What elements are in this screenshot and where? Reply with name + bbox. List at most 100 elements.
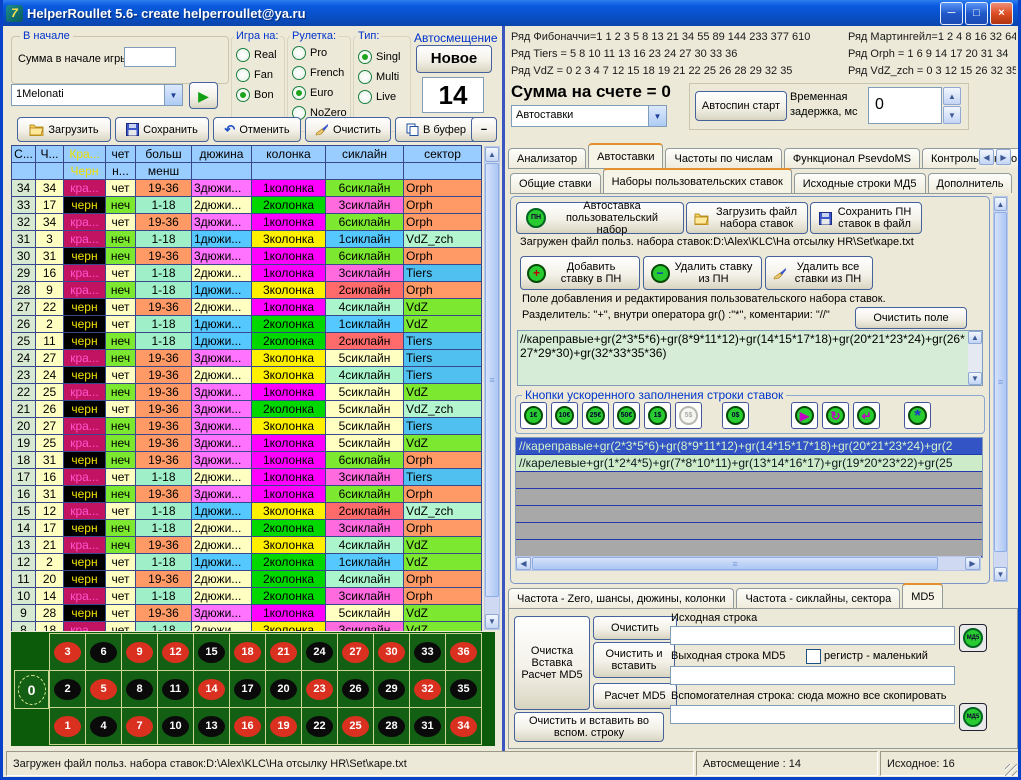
cell-sector[interactable]: Orph xyxy=(404,588,482,605)
cell-sector[interactable]: Tiers xyxy=(404,418,482,435)
cell-range[interactable]: 19-36 xyxy=(136,299,192,316)
md5-clear-button[interactable]: Очистить xyxy=(593,616,677,640)
board-number-8[interactable]: 8 xyxy=(122,671,157,707)
board-number-25[interactable]: 25 xyxy=(338,708,373,744)
radio-multi[interactable]: Multi xyxy=(358,67,400,87)
board-number-5[interactable]: 5 xyxy=(86,671,121,707)
board-number-28[interactable]: 28 xyxy=(374,708,409,744)
cell-sixline[interactable]: 4сиклайн xyxy=(326,571,404,588)
table-scroll-thumb[interactable]: ≡ xyxy=(485,163,499,597)
cell-parity[interactable]: неч xyxy=(106,197,136,214)
board-number-6[interactable]: 6 xyxy=(86,634,121,670)
cell-dozen[interactable]: 1дюжи... xyxy=(192,316,252,333)
tab-main-3[interactable]: Функционал PsevdoMS xyxy=(784,148,920,168)
board-number-12[interactable]: 12 xyxy=(158,634,193,670)
cell-number[interactable]: 34 xyxy=(36,180,64,197)
cell-range[interactable]: 1-18 xyxy=(136,333,192,350)
cell-column[interactable]: 1колонка xyxy=(252,486,326,503)
cell-sector[interactable]: Tiers xyxy=(404,333,482,350)
cell-dozen[interactable]: 2дюжи... xyxy=(192,265,252,282)
cell-sector[interactable]: Orph xyxy=(404,214,482,231)
cell-parity[interactable]: неч xyxy=(106,537,136,554)
cell-column[interactable]: 2колонка xyxy=(252,316,326,333)
cell-parity[interactable]: неч xyxy=(106,520,136,537)
cell-range[interactable]: 1-18 xyxy=(136,265,192,282)
cell-column[interactable]: 3колонка xyxy=(252,537,326,554)
delete-all-stakes-button[interactable]: Удалить все ставки из ПН xyxy=(765,256,873,290)
list-hscrollbar[interactable]: ◀ ≡ ▶ xyxy=(515,556,981,571)
cell-number[interactable]: 3 xyxy=(36,231,64,248)
cell-range[interactable]: 19-36 xyxy=(136,418,192,435)
cell-range[interactable]: 1-18 xyxy=(136,197,192,214)
tab-sets-1[interactable]: Наборы пользовательских ставок xyxy=(603,168,792,193)
cell-sector[interactable]: VdZ_zch xyxy=(404,503,482,520)
cell-sector[interactable]: Orph xyxy=(404,452,482,469)
cell-sixline[interactable]: 3сиклайн xyxy=(326,520,404,537)
board-number-21[interactable]: 21 xyxy=(266,634,301,670)
bet-50eur-button[interactable]: 50€ xyxy=(613,402,640,429)
cell-sector[interactable]: VdZ_zch xyxy=(404,231,482,248)
board-number-13[interactable]: 13 xyxy=(194,708,229,744)
cell-color[interactable]: кра... xyxy=(64,265,106,282)
cell-sector[interactable]: Orph xyxy=(404,180,482,197)
cell-dozen[interactable]: 2дюжи... xyxy=(192,537,252,554)
cell-sixline[interactable]: 1сиклайн xyxy=(326,231,404,248)
cell-sixline[interactable]: 4сиклайн xyxy=(326,537,404,554)
cell-column[interactable]: 2колонка xyxy=(252,401,326,418)
cell-parity[interactable]: чет xyxy=(106,367,136,384)
scroll-up-icon[interactable]: ▲ xyxy=(485,147,499,162)
cell-sixline[interactable]: 2сиклайн xyxy=(326,503,404,520)
load-set-file-button[interactable]: Загрузить файл набора ставок xyxy=(686,202,808,234)
bet-set-row[interactable]: //кареправые+gr(2*3*5*6)+gr(8*9*11*12)+g… xyxy=(516,438,982,455)
cell-sector[interactable]: Orph xyxy=(404,248,482,265)
cell-range[interactable]: 19-36 xyxy=(136,486,192,503)
table-scrollbar[interactable]: ▲ ≡ ▼ xyxy=(484,146,500,630)
md5-output-input[interactable] xyxy=(670,666,955,685)
cell-number[interactable]: 21 xyxy=(36,537,64,554)
cell-spin[interactable]: 29 xyxy=(12,265,36,282)
board-number-36[interactable]: 36 xyxy=(446,634,481,670)
start-sum-input[interactable] xyxy=(124,47,176,67)
cell-number[interactable]: 22 xyxy=(36,299,64,316)
cell-color[interactable]: черн xyxy=(64,401,106,418)
scroll-down-icon[interactable]: ▼ xyxy=(485,614,499,629)
md5-clear-paste-aux-button[interactable]: Очистить и вставить во вспом. строку xyxy=(514,712,664,742)
cell-number[interactable]: 28 xyxy=(36,605,64,622)
cell-column[interactable]: 1колонка xyxy=(252,384,326,401)
cell-number[interactable]: 31 xyxy=(36,486,64,503)
radio-pro[interactable]: Pro xyxy=(292,43,347,63)
stake-edit-text[interactable]: //кареправые+gr(2*3*5*6)+gr(8*9*11*12)+g… xyxy=(518,331,968,385)
cell-range[interactable]: 19-36 xyxy=(136,401,192,418)
cell-color[interactable]: черн xyxy=(64,486,106,503)
autostakes-combo[interactable]: Автоставки ▼ xyxy=(511,105,667,127)
delay-down-icon[interactable]: ▼ xyxy=(943,106,961,124)
chevron-down-icon[interactable]: ▼ xyxy=(648,106,666,126)
cell-parity[interactable]: чет xyxy=(106,503,136,520)
cell-parity[interactable]: чет xyxy=(106,469,136,486)
board-number-3[interactable]: 3 xyxy=(50,634,85,670)
board-number-17[interactable]: 17 xyxy=(230,671,265,707)
cell-color[interactable]: черн xyxy=(64,605,106,622)
bet-25eur-button[interactable]: 25€ xyxy=(582,402,609,429)
md5-aux-input[interactable] xyxy=(670,705,955,724)
board-number-14[interactable]: 14 xyxy=(194,671,229,707)
radio-euro[interactable]: Euro xyxy=(292,83,347,103)
cell-range[interactable]: 1-18 xyxy=(136,282,192,299)
cell-sixline[interactable]: 2сиклайн xyxy=(326,333,404,350)
cell-spin[interactable]: 17 xyxy=(12,469,36,486)
save-button[interactable]: Сохранить xyxy=(115,117,209,142)
save-set-file-button[interactable]: Сохранить ПН ставок в файл xyxy=(810,202,922,234)
cell-column[interactable]: 3колонка xyxy=(252,503,326,520)
cell-sixline[interactable]: 6сиклайн xyxy=(326,214,404,231)
cell-sector[interactable]: Tiers xyxy=(404,350,482,367)
cell-dozen[interactable]: 2дюжи... xyxy=(192,520,252,537)
cell-range[interactable]: 1-18 xyxy=(136,520,192,537)
cell-column[interactable]: 2колонка xyxy=(252,197,326,214)
cell-color[interactable]: кра... xyxy=(64,350,106,367)
cell-spin[interactable]: 27 xyxy=(12,299,36,316)
cell-sector[interactable]: Orph xyxy=(404,520,482,537)
clear-fill-button[interactable]: * xyxy=(904,402,931,429)
undo-button[interactable]: ↶Отменить xyxy=(213,117,301,142)
cell-spin[interactable]: 18 xyxy=(12,452,36,469)
cell-color[interactable]: черн xyxy=(64,197,106,214)
